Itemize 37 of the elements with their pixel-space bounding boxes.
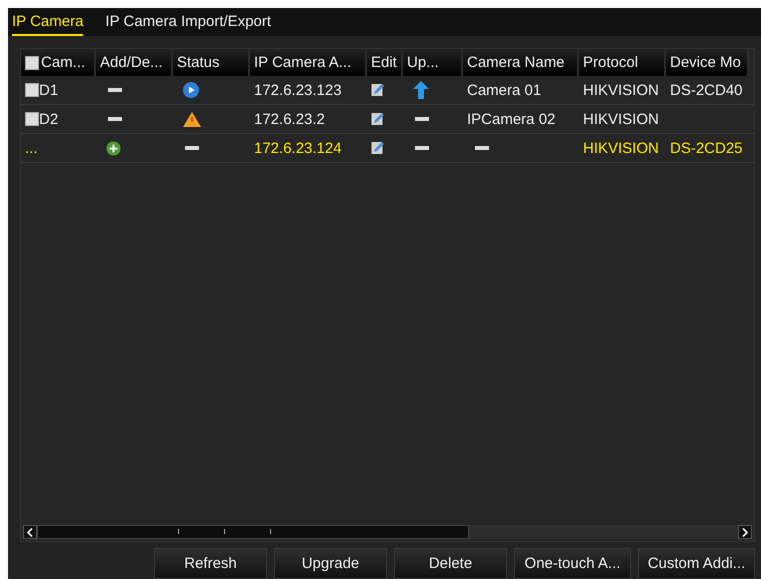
checkbox[interactable] [25, 83, 39, 97]
edit-icon[interactable] [371, 141, 385, 155]
table-cell: Camera 01 [467, 82, 542, 98]
table-cell: IPCamera 02 [467, 110, 556, 128]
table-cell: D2 [39, 110, 58, 128]
checkbox[interactable] [25, 112, 39, 126]
action-button[interactable]: Refresh [154, 548, 267, 579]
action-button[interactable]: Delete [394, 548, 507, 579]
dash-icon [108, 88, 122, 92]
table-cell: HIKVISION [583, 110, 659, 128]
upload-arrow-icon[interactable] [413, 81, 429, 99]
table-cell: DS-2CD40 [670, 82, 743, 98]
table-cell: 172.6.23.2 [254, 110, 325, 128]
action-button[interactable]: Upgrade [274, 548, 387, 579]
table-cell: ... [25, 140, 38, 156]
dash-icon [415, 117, 429, 121]
edit-icon[interactable] [371, 112, 385, 126]
action-button[interactable]: One-touch A... [514, 548, 631, 579]
add-icon[interactable] [106, 140, 121, 156]
tab[interactable]: IP Camera [12, 13, 84, 36]
table-cell: HIKVISION [583, 140, 659, 156]
scroll-left-icon[interactable] [27, 528, 33, 536]
horizontal-scrollbar[interactable] [23, 525, 752, 539]
tab[interactable]: IP Camera Import/Export [105, 13, 272, 36]
edit-icon[interactable] [371, 83, 385, 97]
table-cell: 172.6.23.123 [254, 82, 342, 98]
checkbox[interactable] [25, 56, 39, 70]
table-cell: DS-2CD25 [670, 140, 743, 156]
action-button[interactable]: Custom Addi... [638, 548, 755, 579]
table-cell: HIKVISION [583, 82, 659, 98]
scroll-right-icon[interactable] [742, 528, 748, 536]
dash-icon [415, 146, 429, 150]
dash-icon [108, 117, 122, 121]
table-cell: 172.6.23.124 [254, 140, 342, 156]
dash-icon [185, 146, 199, 150]
dash-icon [475, 146, 489, 150]
table-cell: D1 [39, 82, 58, 98]
